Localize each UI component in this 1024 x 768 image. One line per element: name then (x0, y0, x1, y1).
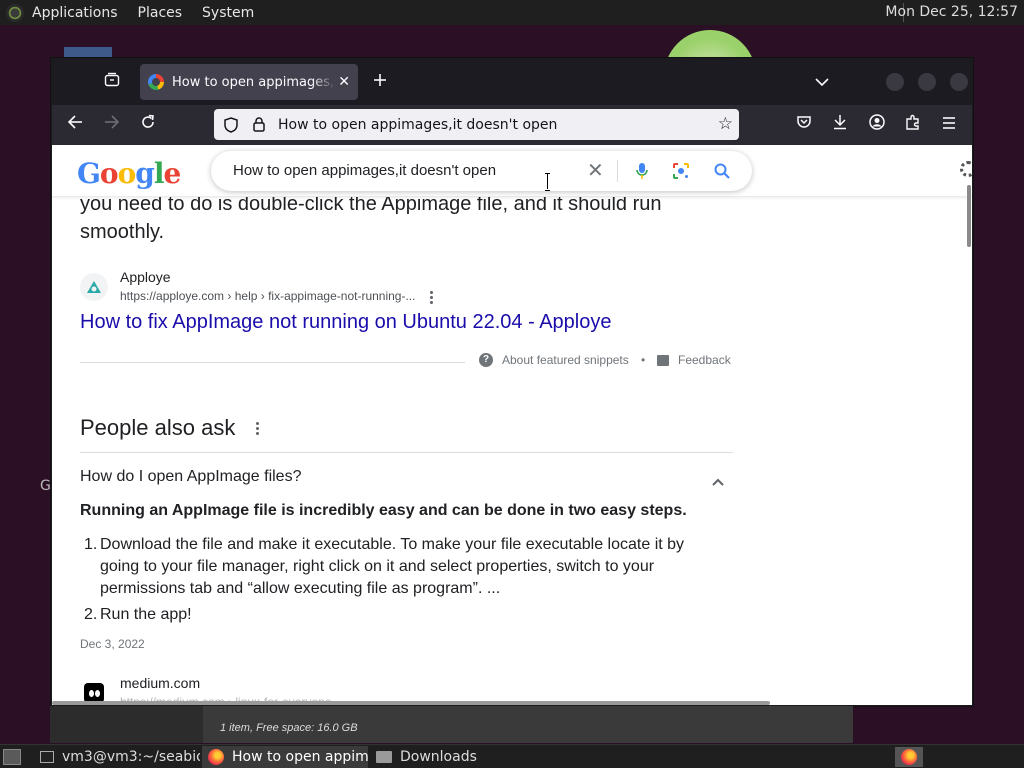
star-icon[interactable]: ☆ (718, 114, 733, 134)
search-icon[interactable] (713, 162, 731, 184)
applications-menu[interactable]: Applications (32, 5, 118, 21)
feedback-icon (657, 354, 669, 366)
about-featured-snippets-link[interactable]: ? About featured snippets (479, 353, 629, 367)
chevron-up-icon[interactable] (712, 471, 724, 486)
taskbar-item-firefox[interactable]: How to open appim... (202, 746, 368, 768)
file-manager-statusbar: 1 item, Free space: 16.0 GB (50, 706, 853, 743)
lens-icon[interactable] (672, 162, 690, 184)
divider (80, 362, 465, 363)
source-name: medium.com (120, 675, 201, 691)
close-icon[interactable]: ✕ (338, 74, 350, 90)
answer-date: Dec 3, 2022 (80, 637, 145, 651)
tray-firefox-icon[interactable] (895, 747, 923, 767)
top-panel: Applications Places System Mon Dec 25, 1… (0, 0, 1024, 25)
page-content: Google How to open appimages,it doesn't … (52, 145, 972, 705)
plus-icon[interactable] (370, 72, 390, 92)
url-text[interactable]: How to open appimages,it doesn't open (278, 117, 557, 133)
list-item: 2. Run the app! (84, 606, 192, 623)
tab-overview-icon[interactable] (102, 72, 122, 92)
menu-icon[interactable] (938, 114, 960, 136)
firefox-window: How to open appimages,it doesn't open ✕ (51, 58, 973, 706)
about-label: About featured snippets (502, 353, 629, 367)
places-menu[interactable]: Places (138, 5, 183, 21)
reload-icon[interactable] (137, 114, 159, 136)
taskbar-item-terminal[interactable]: vm3@vm3:~/seabio... (34, 746, 200, 768)
taskbar-item-downloads[interactable]: Downloads (370, 746, 536, 768)
search-input[interactable]: How to open appimages,it doesn't open (233, 162, 496, 179)
horizontal-scrollbar[interactable] (52, 701, 770, 705)
scrollbar-thumb[interactable] (967, 185, 971, 247)
text-cursor-icon (545, 173, 551, 191)
result-source[interactable]: Apploye https://apploye.com › help › fix… (80, 269, 720, 309)
question-icon: ? (479, 353, 493, 367)
more-vert-icon[interactable] (256, 422, 260, 436)
feedback-link[interactable]: Feedback (657, 353, 731, 367)
firefox-icon (208, 749, 224, 765)
list-item: 1. Download the file and make it executab… (84, 536, 685, 597)
vertical-scrollbar[interactable] (966, 145, 972, 705)
extensions-icon[interactable] (902, 114, 924, 136)
search-divider (617, 160, 618, 182)
folder-icon (376, 751, 392, 763)
feedback-label: Feedback (678, 353, 731, 367)
google-favicon (148, 74, 164, 90)
download-icon[interactable] (829, 114, 851, 136)
close-icon[interactable]: ✕ (587, 160, 604, 180)
taskbar: vm3@vm3:~/seabio... How to open appim...… (0, 744, 1024, 768)
shield-icon[interactable] (222, 116, 240, 134)
apploye-favicon (80, 273, 108, 301)
desktop-label: G (40, 478, 51, 494)
back-arrow-icon[interactable] (64, 114, 86, 136)
divider (80, 452, 733, 453)
clock[interactable]: Mon Dec 25, 12:57 (885, 4, 1018, 20)
system-menu[interactable]: System (202, 5, 254, 21)
result-title-link[interactable]: How to fix AppImage not running on Ubunt… (80, 311, 611, 334)
featured-snippet-text: you need to do is double-click the Appim… (80, 193, 662, 243)
source-name: Apploye (120, 269, 171, 285)
more-vert-icon[interactable] (430, 291, 434, 305)
show-desktop-button[interactable] (3, 749, 21, 765)
mic-icon[interactable] (635, 162, 649, 184)
tab-title: How to open appimages,it doesn't open (172, 74, 337, 90)
separator-dot: • (641, 353, 646, 367)
distro-logo-icon[interactable] (6, 3, 24, 22)
google-header: Google How to open appimages,it doesn't … (52, 145, 972, 197)
source-url: https://apploye.com › help › fix-appimag… (120, 289, 416, 303)
forward-arrow-icon[interactable] (101, 114, 123, 136)
status-text: 1 item, Free space: 16.0 GB (220, 722, 358, 734)
url-bar[interactable]: How to open appimages,it doesn't open ☆ (214, 109, 739, 140)
maximize-button[interactable] (918, 73, 936, 91)
file-manager-sidebar (50, 706, 203, 743)
tab-bar: How to open appimages,it doesn't open ✕ (52, 59, 972, 105)
window-close-button[interactable] (950, 73, 968, 91)
browser-tab[interactable]: How to open appimages,it doesn't open ✕ (140, 64, 358, 100)
lock-icon[interactable] (250, 116, 268, 134)
google-logo[interactable]: Google (77, 157, 181, 190)
people-also-ask-heading: People also ask (80, 415, 236, 440)
pocket-icon[interactable] (793, 114, 815, 136)
chevron-down-icon[interactable] (812, 72, 832, 92)
nav-bar: How to open appimages,it doesn't open ☆ (52, 105, 972, 145)
paa-steps: 1. Download the file and make it executab… (80, 534, 720, 626)
paa-answer-lead: Running an AppImage file is incredibly e… (80, 502, 687, 519)
firefox-icon (901, 749, 917, 765)
minimize-button[interactable] (886, 73, 904, 91)
account-icon[interactable] (866, 114, 888, 136)
google-search-box[interactable]: How to open appimages,it doesn't open ✕ (211, 151, 752, 191)
terminal-icon (40, 751, 54, 763)
paa-question[interactable]: How do I open AppImage files? (80, 468, 301, 486)
